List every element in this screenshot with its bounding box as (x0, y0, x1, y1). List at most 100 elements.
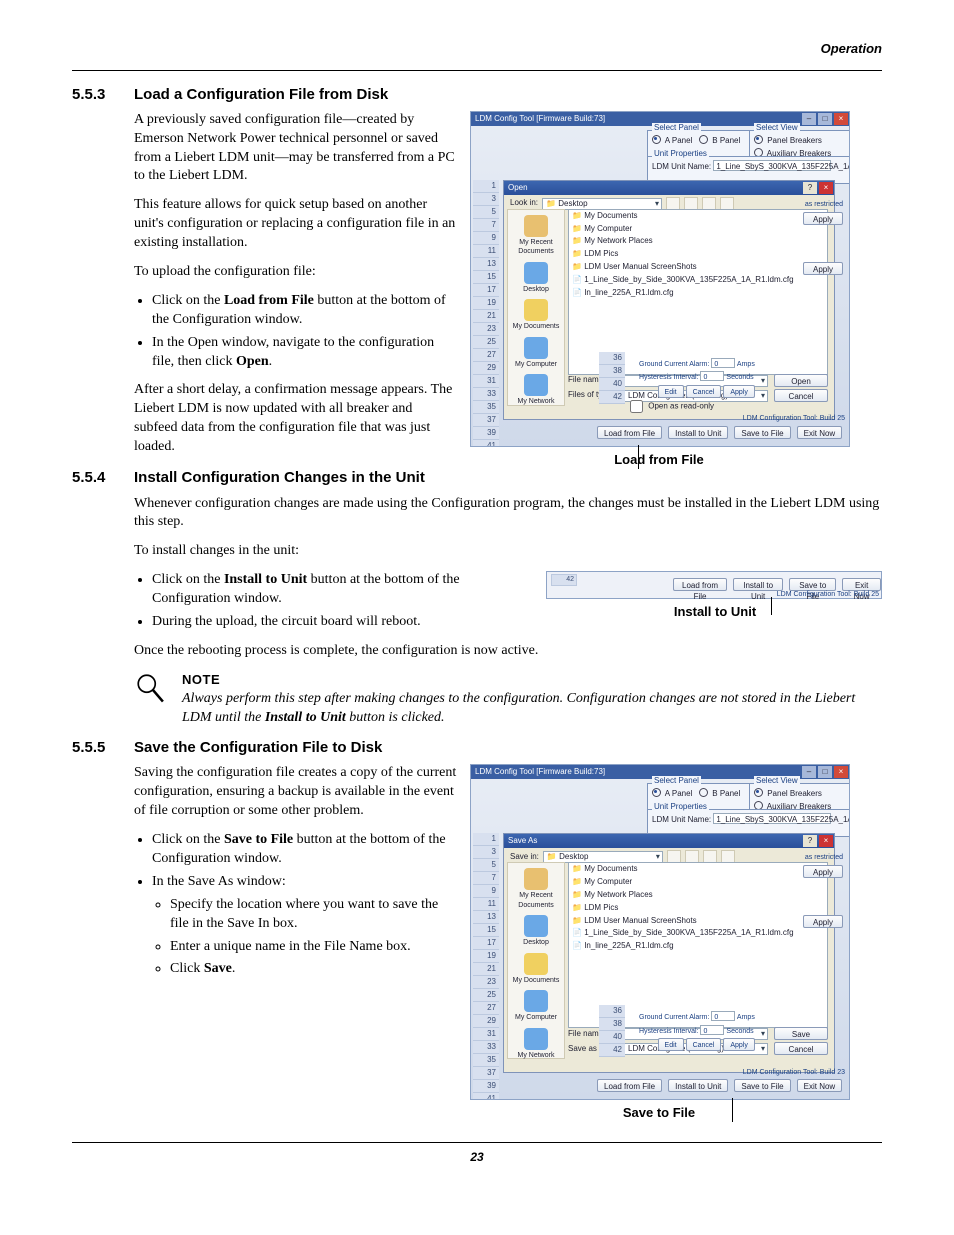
save-to-file-button[interactable]: Save to File (734, 1079, 790, 1092)
b-panel-radio[interactable] (699, 788, 708, 797)
breaker-number: 25 (473, 336, 499, 349)
file-list-folder[interactable]: My Computer (569, 223, 827, 236)
apply-button[interactable]: Apply (803, 262, 843, 275)
load-from-file-button[interactable]: Load from File (597, 426, 662, 439)
breaker-number: 7 (473, 872, 499, 885)
group-label: Unit Properties (652, 802, 709, 813)
maximize-icon[interactable]: □ (818, 113, 832, 125)
note-label: NOTE (182, 671, 882, 689)
places-item[interactable]: My Recent Documents (508, 868, 564, 910)
edit-button[interactable]: Edit (658, 385, 684, 398)
breaker-number: 19 (473, 297, 499, 310)
places-item[interactable]: My Computer (508, 990, 564, 1022)
unit-name-input[interactable]: 1_Line_SbyS_300KVA_135F225A_1A (713, 813, 831, 824)
close-icon[interactable]: × (834, 766, 848, 778)
edit-button[interactable]: Edit (658, 1038, 684, 1051)
breaker-number: 31 (473, 1028, 499, 1041)
unit-name-input[interactable]: 1_Line_SbyS_300KVA_135F225A_1A (713, 160, 831, 171)
file-list-folder[interactable]: LDM User Manual ScreenShots (569, 915, 827, 928)
load-from-file-button[interactable]: Load from File (673, 578, 727, 591)
apply-button[interactable]: Apply (723, 1038, 755, 1051)
exit-now-button[interactable]: Exit Now (797, 426, 843, 439)
help-icon[interactable]: ? (803, 182, 817, 194)
places-item[interactable]: My Computer (508, 337, 564, 369)
breaker-number: 5 (473, 206, 499, 219)
bullet-list: Click on the Load from File button at th… (134, 292, 458, 372)
maximize-icon[interactable]: □ (818, 766, 832, 778)
file-list-file[interactable]: 1_Line_Side_by_Side_300KVA_135F225A_1A_R… (569, 274, 827, 287)
places-item[interactable]: Desktop (508, 915, 564, 947)
close-icon[interactable]: × (834, 113, 848, 125)
file-list-file[interactable]: 1_Line_Side_by_Side_300KVA_135F225A_1A_R… (569, 927, 827, 940)
breaker-number: 42 (599, 391, 625, 404)
group-label: Select Panel (652, 776, 701, 787)
cancel-button[interactable]: Cancel (774, 1042, 828, 1055)
apply-button[interactable]: Apply (803, 212, 843, 225)
save-to-file-button[interactable]: Save to File (734, 426, 790, 439)
file-list-folder[interactable]: My Documents (569, 210, 827, 223)
section-554-body: Whenever configuration changes are made … (134, 495, 882, 661)
load-from-file-button[interactable]: Load from File (597, 1079, 662, 1092)
breaker-number: 21 (473, 963, 499, 976)
breaker-number: 37 (473, 1067, 499, 1080)
save-button[interactable]: Save (774, 1027, 828, 1040)
install-to-unit-button[interactable]: Install to Unit (668, 426, 728, 439)
exit-now-button[interactable]: Exit Now (797, 1079, 843, 1092)
hysteresis-input[interactable]: 0 (700, 1025, 724, 1035)
a-panel-radio[interactable] (652, 788, 661, 797)
minimize-icon[interactable]: – (802, 766, 816, 778)
hysteresis-input[interactable]: 0 (700, 371, 724, 381)
dialog-title: Open (508, 181, 528, 195)
b-panel-radio[interactable] (699, 135, 708, 144)
file-list-folder[interactable]: My Network Places (569, 889, 827, 902)
file-list-file[interactable]: In_line_225A_R1.ldm.cfg (569, 940, 827, 953)
footer-rule (72, 1142, 882, 1143)
breaker-number: 38 (599, 365, 625, 378)
file-list-file[interactable]: In_line_225A_R1.ldm.cfg (569, 287, 827, 300)
dialog-titlebar: Open?× (504, 181, 834, 195)
group-label: Select View (754, 776, 800, 787)
breaker-number: 15 (473, 924, 499, 937)
list-item: Click Save. (170, 960, 458, 979)
panel-breakers-radio[interactable] (754, 135, 763, 144)
cancel-button[interactable]: Cancel (686, 1038, 722, 1051)
file-list-folder[interactable]: LDM Pics (569, 248, 827, 261)
places-item[interactable]: My Recent Documents (508, 215, 564, 257)
cancel-button[interactable]: Cancel (774, 389, 828, 402)
apply-button[interactable]: Apply (803, 865, 843, 878)
file-list-folder[interactable]: LDM User Manual ScreenShots (569, 261, 827, 274)
install-to-unit-button[interactable]: Install to Unit (733, 578, 783, 591)
breaker-number: 23 (473, 323, 499, 336)
panel-breakers-radio[interactable] (754, 788, 763, 797)
places-item[interactable]: My Documents (508, 953, 564, 985)
apply-button[interactable]: Apply (723, 385, 755, 398)
breaker-number: 19 (473, 950, 499, 963)
file-list[interactable]: My DocumentsMy ComputerMy Network Places… (568, 209, 828, 375)
file-list-folder[interactable]: LDM Pics (569, 902, 827, 915)
section-title: Save the Configuration File to Disk (134, 738, 382, 758)
file-list-folder[interactable]: My Network Places (569, 235, 827, 248)
open-button[interactable]: Open (774, 374, 828, 387)
ground-current-input[interactable]: 0 (711, 1011, 735, 1021)
apply-button[interactable]: Apply (803, 915, 843, 928)
help-icon[interactable]: ? (803, 835, 817, 847)
a-panel-radio[interactable] (652, 135, 661, 144)
section-title: Load a Configuration File from Disk (134, 85, 388, 105)
install-to-unit-button[interactable]: Install to Unit (668, 1079, 728, 1092)
minimize-icon[interactable]: – (802, 113, 816, 125)
file-list-folder[interactable]: My Documents (569, 863, 827, 876)
alarm-settings: Ground Current Alarm: 0 AmpsHysteresis I… (639, 358, 755, 398)
file-list-folder[interactable]: My Computer (569, 876, 827, 889)
file-list[interactable]: My DocumentsMy ComputerMy Network Places… (568, 862, 828, 1028)
cancel-button[interactable]: Cancel (686, 385, 722, 398)
breaker-number: 42 (599, 1044, 625, 1057)
places-item[interactable]: My Network (508, 374, 564, 406)
running-header: Operation (72, 40, 882, 58)
close-icon[interactable]: × (819, 182, 833, 194)
ground-current-input[interactable]: 0 (711, 358, 735, 368)
readonly-checkbox[interactable] (630, 400, 643, 413)
close-icon[interactable]: × (819, 835, 833, 847)
places-item[interactable]: My Network (508, 1028, 564, 1060)
places-item[interactable]: My Documents (508, 299, 564, 331)
places-item[interactable]: Desktop (508, 262, 564, 294)
